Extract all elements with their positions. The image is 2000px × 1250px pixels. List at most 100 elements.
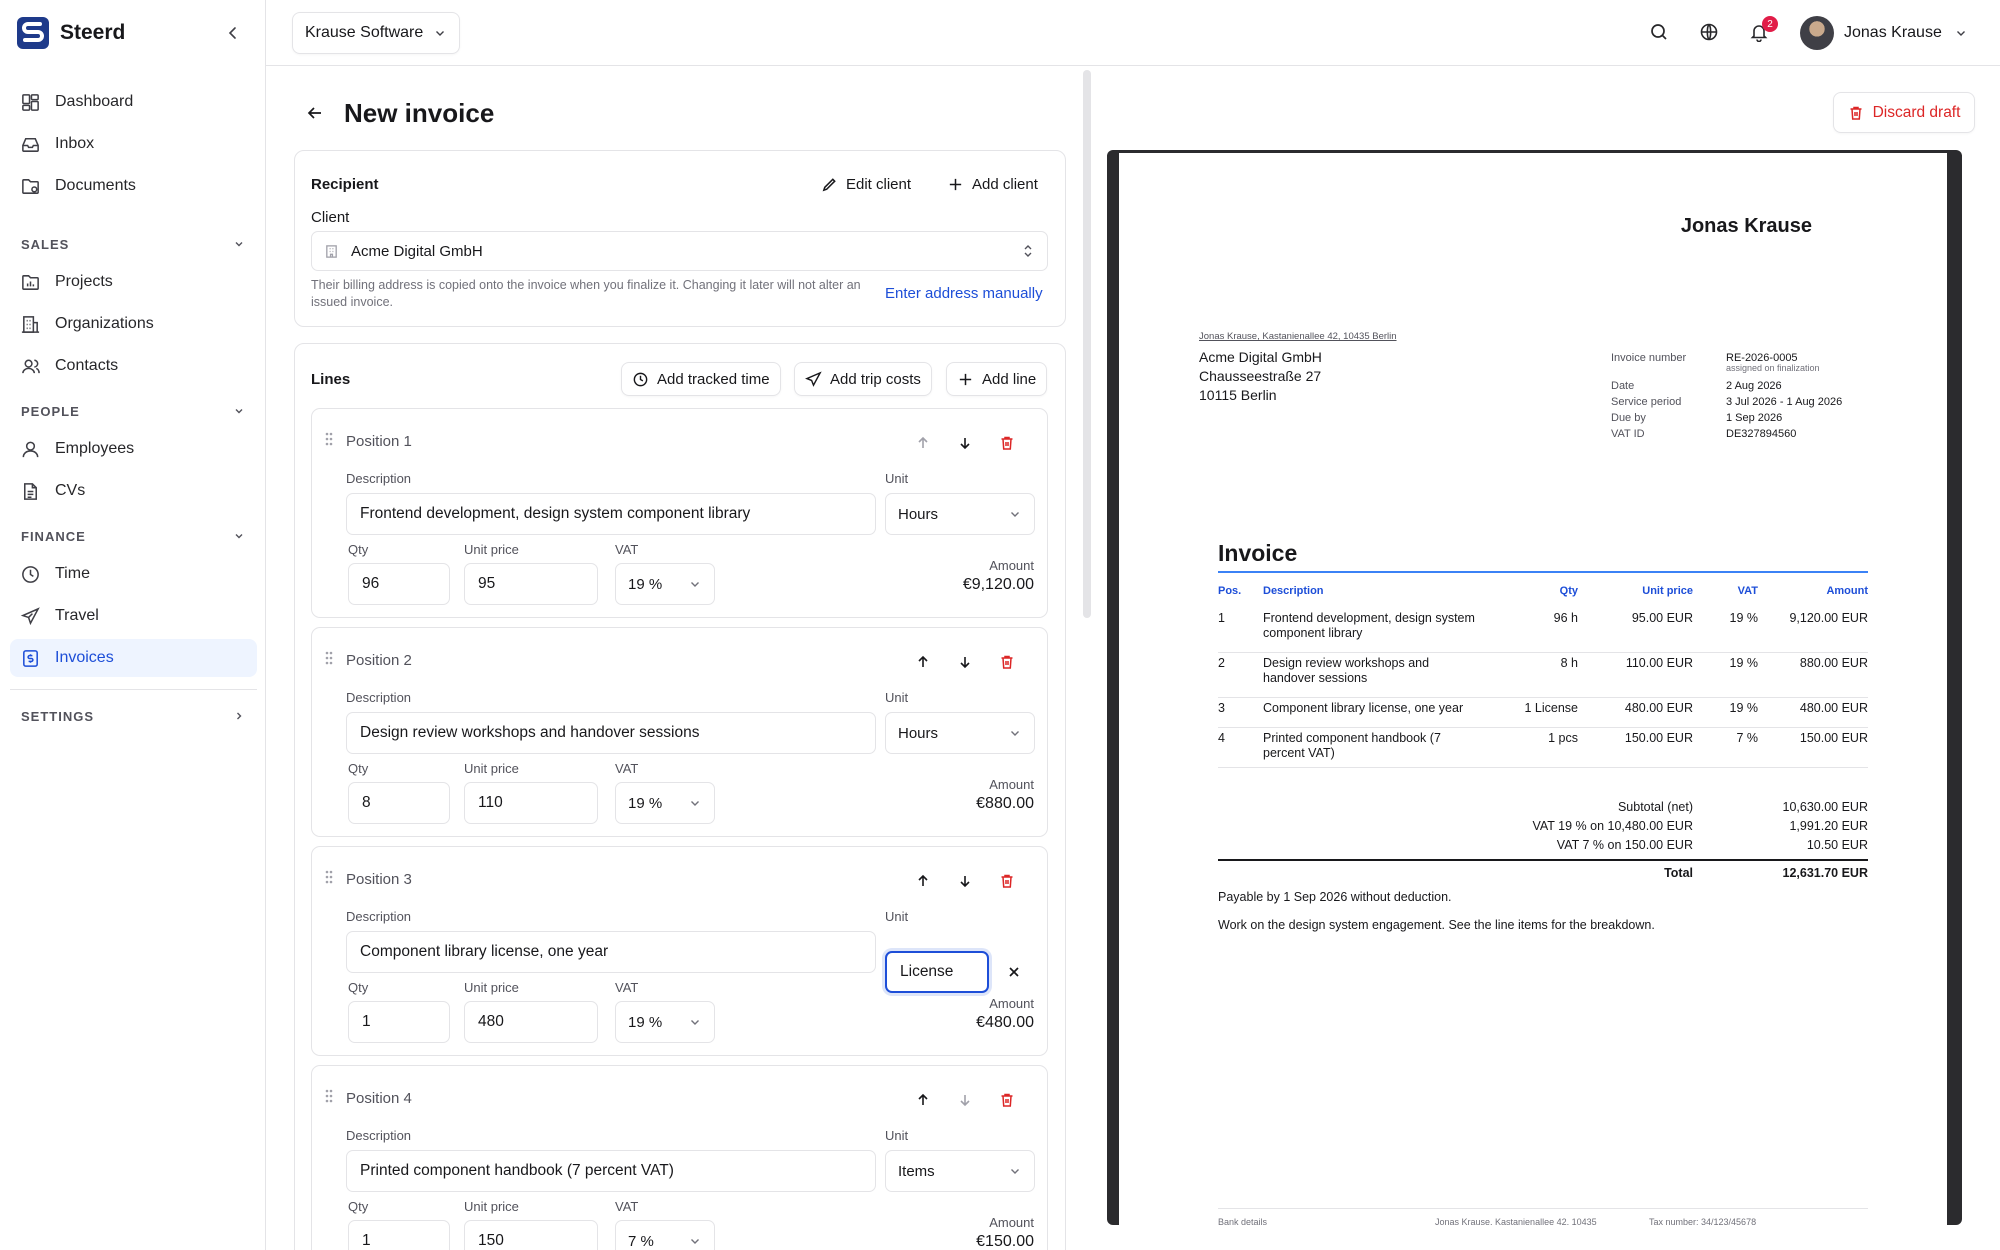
nav-employees[interactable]: Employees (10, 430, 257, 468)
section-finance[interactable]: FINANCE (21, 526, 245, 546)
unit-select[interactable]: Hours (885, 493, 1035, 535)
nav-documents[interactable]: Documents (10, 167, 257, 205)
move-down-button[interactable] (953, 869, 977, 893)
recipient-address: Acme Digital GmbH Chausseestraße 27 1011… (1199, 348, 1322, 405)
vat-select[interactable]: 7 % (615, 1220, 715, 1250)
unit-value: Items (898, 1162, 935, 1180)
qty-input[interactable]: 8 (348, 782, 450, 824)
move-up-button[interactable] (911, 650, 935, 674)
delete-line-button[interactable] (995, 431, 1019, 455)
discard-draft-label: Discard draft (1872, 103, 1961, 121)
drag-handle-icon[interactable] (324, 650, 334, 666)
discard-draft-button[interactable]: Discard draft (1833, 92, 1975, 133)
nav-inbox[interactable]: Inbox (10, 125, 257, 163)
chevron-down-icon (1011, 512, 1019, 517)
move-down-button[interactable] (953, 1088, 977, 1112)
delete-line-button[interactable] (995, 650, 1019, 674)
move-up-button[interactable] (911, 869, 935, 893)
nav-time[interactable]: Time (10, 555, 257, 593)
nav-contacts[interactable]: Contacts (10, 347, 257, 385)
chevron-down-icon (691, 1020, 699, 1025)
language-button[interactable] (1697, 20, 1721, 44)
enter-address-manually-link[interactable]: Enter address manually (885, 285, 1043, 302)
unit-price-input[interactable]: 480 (464, 1001, 598, 1043)
totals-value: 10.50 EUR (1806, 838, 1868, 852)
description-input[interactable]: Design review workshops and handover ses… (346, 712, 876, 754)
organization-switcher[interactable]: Krause Software (292, 12, 460, 54)
client-select[interactable]: Acme Digital GmbH (311, 231, 1048, 271)
back-button[interactable] (300, 98, 330, 128)
line-position: Position 3 Description Unit Component li… (311, 846, 1048, 1056)
unit-label: Unit (885, 1128, 909, 1143)
edit-client-button[interactable]: Edit client (811, 167, 921, 201)
collapse-sidebar-button[interactable] (220, 20, 246, 46)
unit-input[interactable]: License (885, 951, 989, 993)
vat-select[interactable]: 19 % (615, 782, 715, 824)
qty-input[interactable]: 96 (348, 563, 450, 605)
unit-select[interactable]: Items (885, 1150, 1035, 1192)
table-cell: 19 % (1729, 701, 1759, 715)
unit-price-input[interactable]: 110 (464, 782, 598, 824)
vat-select[interactable]: 19 % (615, 1001, 715, 1043)
description-input[interactable]: Frontend development, design system comp… (346, 493, 876, 535)
table-cell: 150.00 EUR (1799, 731, 1868, 745)
table-cell: 96 h (1553, 611, 1578, 625)
search-button[interactable] (1647, 20, 1671, 44)
drag-handle-icon[interactable] (324, 1088, 334, 1104)
add-trip-costs-label: Add trip costs (830, 370, 921, 388)
arrow-up-icon (918, 655, 928, 667)
drag-handle-icon[interactable] (324, 869, 334, 885)
close-icon (1009, 967, 1019, 977)
unit-select[interactable]: Hours (885, 712, 1035, 754)
unit-price-label: Unit price (464, 980, 519, 995)
brand[interactable]: Steerd (16, 14, 125, 52)
nav-travel[interactable]: Travel (10, 597, 257, 635)
unit-price-input[interactable]: 95 (464, 563, 598, 605)
move-down-button[interactable] (953, 431, 977, 455)
description-input[interactable]: Component library license, one year (346, 931, 876, 973)
user-icon (22, 441, 39, 457)
unit-price-input[interactable]: 150 (464, 1220, 598, 1250)
add-tracked-time-button[interactable]: Add tracked time (621, 362, 781, 396)
delete-line-button[interactable] (995, 869, 1019, 893)
move-up-button[interactable] (911, 1088, 935, 1112)
nav-invoices[interactable]: Invoices (10, 639, 257, 677)
user-menu[interactable]: Jonas Krause (1800, 16, 1968, 50)
table-cell: Frontend development, design system comp… (1263, 611, 1475, 640)
qty-input[interactable]: 1 (348, 1001, 450, 1043)
table-cell: 19 % (1729, 656, 1759, 670)
description-label: Description (346, 471, 412, 486)
section-settings[interactable]: SETTINGS (21, 706, 245, 726)
delete-line-button[interactable] (995, 1088, 1019, 1112)
move-down-button[interactable] (953, 650, 977, 674)
section-sales[interactable]: SALES (21, 234, 245, 254)
qty-input[interactable]: 1 (348, 1220, 450, 1250)
sender-name: Jonas Krause (1680, 215, 1812, 237)
table-row: 1 Frontend development, design system com… (1218, 608, 1868, 653)
description-input[interactable]: Printed component handbook (7 percent VA… (346, 1150, 876, 1192)
table-cell: Component library license, one year (1263, 701, 1464, 715)
add-line-button[interactable]: Add line (946, 362, 1048, 396)
unit-price-value: 150 (478, 1232, 504, 1249)
section-people[interactable]: PEOPLE (21, 401, 245, 421)
meta-key: Service period (1611, 396, 1682, 408)
nav-organizations[interactable]: Organizations (10, 305, 257, 343)
drag-handle-icon[interactable] (324, 431, 334, 447)
clear-unit-button[interactable] (1002, 960, 1026, 984)
amount-value: €150.00 (976, 1233, 1034, 1250)
nav-cvs[interactable]: CVs (10, 472, 257, 510)
description-value: Component library license, one year (360, 943, 609, 960)
add-trip-costs-button[interactable]: Add trip costs (794, 362, 932, 396)
description-value: Frontend development, design system comp… (360, 505, 751, 522)
nav-dashboard[interactable]: Dashboard (10, 83, 257, 121)
nav-label: Time (55, 565, 90, 582)
plus-icon (959, 373, 972, 385)
nav-projects[interactable]: Projects (10, 263, 257, 301)
plane-icon (805, 370, 822, 387)
add-client-button[interactable]: Add client (937, 167, 1048, 201)
vat-select[interactable]: 19 % (615, 563, 715, 605)
move-up-button[interactable] (911, 431, 935, 455)
scrollbar[interactable] (1083, 70, 1091, 618)
inbox-icon (22, 137, 39, 152)
address-line: Acme Digital GmbH (1199, 349, 1322, 365)
